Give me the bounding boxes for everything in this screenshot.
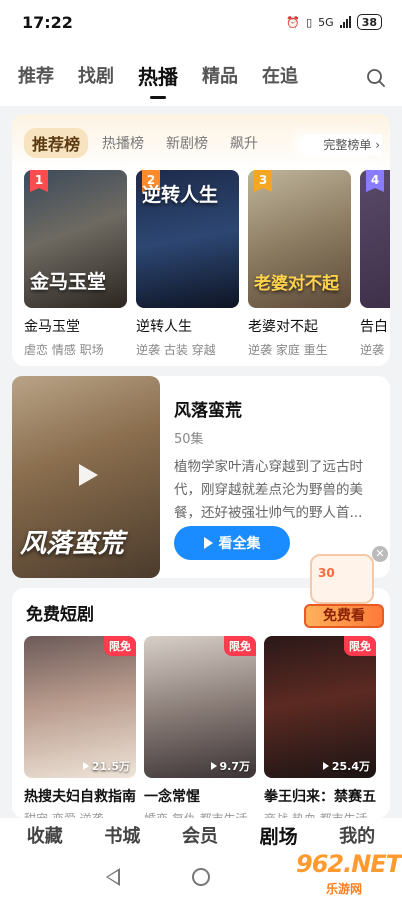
drama-poster[interactable]: 限免 21.5万 (24, 636, 136, 778)
play-icon[interactable] (74, 462, 100, 488)
bottom-nav: 收藏 书城 会员 剧场 我的 (0, 818, 402, 852)
watch-all-button[interactable]: 看全集 (174, 526, 290, 560)
top-tab-bar: 推荐 找剧 热播 精品 在追 (0, 44, 402, 106)
episode-count: 50集 (174, 432, 204, 447)
ranking-card: 推荐榜 热播榜 新剧榜 飙升 完整榜单 › 1 金马玉堂 金马玉堂 虐恋 情感 … (12, 114, 390, 366)
limited-free-badge: 限免 (224, 636, 256, 656)
nav-profile[interactable]: 我的 (339, 822, 375, 848)
free-drama-item[interactable]: 限免 9.7万 一念常惺 婚恋 复仇 都市生活 (144, 636, 256, 818)
close-icon[interactable]: ✕ (372, 546, 388, 562)
drama-poster[interactable]: 1 金马玉堂 (24, 170, 127, 308)
drama-tags: 逆袭 古装 穿越 (136, 343, 216, 357)
drama-tags: 逆袭 家庭 重生 (248, 343, 328, 357)
view-count-value: 9.7万 (219, 760, 251, 773)
drama-name[interactable]: 拳王归来：禁赛五年的逆袭 (264, 786, 376, 806)
drama-name[interactable]: 一念常惺 (144, 786, 256, 806)
promo-gift-icon: 30 (310, 554, 374, 604)
full-ranking-link[interactable]: 完整榜单 › (305, 134, 382, 155)
full-ranking-label: 完整榜单 (323, 138, 372, 152)
tab-recommend[interactable]: 推荐 (18, 62, 54, 88)
nav-bookstore[interactable]: 书城 (104, 822, 140, 848)
view-count-value: 21.5万 (91, 760, 130, 773)
drama-name[interactable]: 金马玉堂 (24, 316, 127, 336)
watermark-logo: 962.NET (296, 850, 402, 878)
drama-poster[interactable]: 限免 25.4万 (264, 636, 376, 778)
ranking-tab-hot[interactable]: 热播榜 (102, 133, 144, 153)
home-icon[interactable] (192, 868, 210, 886)
watermark-subtitle: 乐游网 (326, 882, 363, 896)
drama-name[interactable]: 告白 (360, 316, 390, 336)
poster-title-art: 金马玉堂 (30, 271, 107, 293)
rank-badge: 1 (30, 170, 48, 192)
featured-poster[interactable]: 风落蛮荒 (12, 376, 160, 578)
poster-title-art: 老婆对不起 (254, 274, 339, 294)
featured-description: 植物学家叶清心穿越到了远古时代，刚穿越就差点沦为野兽的美餐，还好被强壮帅气的野人… (174, 459, 363, 521)
status-time: 17:22 (22, 12, 73, 32)
tab-following[interactable]: 在追 (262, 62, 298, 88)
rank-badge: 3 (254, 170, 272, 192)
view-count: 21.5万 (82, 758, 130, 774)
poster-title-art: 风落蛮荒 (20, 529, 125, 559)
promo-label: 免费看 (304, 604, 384, 628)
drama-tags: 甜宠 恋爱 逆袭 (24, 810, 136, 818)
ranking-header: 推荐榜 热播榜 新剧榜 飙升 完整榜单 › (12, 114, 390, 172)
drama-name[interactable]: 逆转人生 (136, 316, 239, 336)
free-drama-list: 限免 21.5万 热搜夫妇自救指南 甜宠 恋爱 逆袭 限免 9.7万 一念常惺 … (24, 636, 376, 818)
back-icon[interactable] (106, 868, 120, 886)
play-count-icon (210, 762, 217, 770)
drama-name[interactable]: 热搜夫妇自救指南 (24, 786, 136, 806)
ranking-title[interactable]: 推荐榜 (24, 128, 89, 158)
nav-membership[interactable]: 会员 (182, 822, 218, 848)
section-title: 免费短剧 (26, 605, 94, 625)
free-drama-item[interactable]: 限免 25.4万 拳王归来：禁赛五年的逆袭 商战 热血 都市生活 (264, 636, 376, 818)
vibrate-icon: ▯ (306, 15, 313, 29)
chevron-right-icon: › (375, 138, 380, 152)
status-icons: ⏰ ▯ 5G 38 (286, 14, 382, 30)
drama-tags: 商战 热血 都市生活 (264, 810, 376, 818)
promo-amount: 30 (318, 566, 335, 580)
alarm-icon: ⏰ (286, 15, 301, 29)
battery-icon: 38 (356, 14, 382, 30)
drama-tags: 婚恋 复仇 都市生活 (144, 810, 256, 818)
ranking-item[interactable]: 4 告白 逆袭 (360, 170, 390, 358)
play-count-icon (322, 762, 329, 770)
ranking-tab-rising[interactable]: 飙升 (230, 133, 258, 153)
tab-premium[interactable]: 精品 (202, 62, 238, 88)
watch-all-label: 看全集 (218, 536, 261, 552)
drama-tags: 逆袭 (360, 343, 385, 357)
view-count: 9.7万 (210, 758, 251, 774)
ranking-item[interactable]: 2 逆转人生 逆转人生 逆袭 古装 穿越 (136, 170, 239, 358)
nav-theater[interactable]: 剧场 (260, 822, 298, 849)
drama-poster[interactable]: 限免 9.7万 (144, 636, 256, 778)
tab-find[interactable]: 找剧 (78, 62, 114, 88)
ranking-list: 1 金马玉堂 金马玉堂 虐恋 情感 职场 2 逆转人生 逆转人生 逆袭 古装 穿… (24, 170, 390, 358)
poster-title-art: 逆转人生 (142, 184, 219, 206)
drama-name[interactable]: 老婆对不起 (248, 316, 351, 336)
drama-tags: 虐恋 情感 职场 (24, 343, 104, 357)
view-count: 25.4万 (322, 758, 370, 774)
featured-title[interactable]: 风落蛮荒 (174, 396, 242, 421)
free-drama-item[interactable]: 限免 21.5万 热搜夫妇自救指南 甜宠 恋爱 逆袭 (24, 636, 136, 818)
rank-badge: 4 (366, 170, 384, 192)
drama-poster[interactable]: 3 老婆对不起 (248, 170, 351, 308)
site-watermark: 962.NET 乐游网 (272, 848, 402, 898)
status-bar: 17:22 ⏰ ▯ 5G 38 (0, 0, 402, 44)
play-count-icon (82, 762, 89, 770)
nav-favorites[interactable]: 收藏 (27, 822, 63, 848)
ranking-item[interactable]: 1 金马玉堂 金马玉堂 虐恋 情感 职场 (24, 170, 127, 358)
limited-free-badge: 限免 (104, 636, 136, 656)
search-icon[interactable] (366, 68, 386, 88)
network-label: 5G (318, 15, 334, 29)
ranking-tab-new[interactable]: 新剧榜 (166, 133, 208, 153)
play-icon (203, 537, 213, 549)
tab-hot[interactable]: 热播 (138, 61, 178, 90)
limited-free-badge: 限免 (344, 636, 376, 656)
drama-poster[interactable]: 2 逆转人生 (136, 170, 239, 308)
ranking-item[interactable]: 3 老婆对不起 老婆对不起 逆袭 家庭 重生 (248, 170, 351, 358)
drama-poster[interactable]: 4 (360, 170, 390, 308)
free-watch-promo[interactable]: 30 免费看 ✕ (302, 546, 388, 632)
view-count-value: 25.4万 (331, 760, 370, 773)
signal-icon (339, 16, 351, 28)
